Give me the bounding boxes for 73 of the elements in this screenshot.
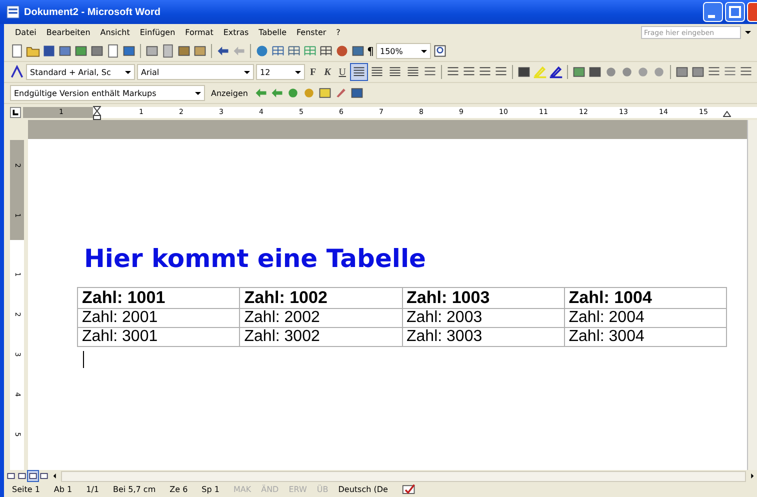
view-icon[interactable]	[6, 471, 16, 481]
window-title: Dokument2 - Microsoft Word	[24, 6, 160, 18]
table-cell: Zahl: 3003	[402, 328, 564, 346]
spellcheck-icon	[402, 482, 416, 496]
table-cell: Zahl: 1001	[78, 288, 240, 308]
menu-item[interactable]: Einfügen	[134, 28, 180, 37]
status-text: Seite 1	[12, 485, 40, 494]
menu-item[interactable]: Format	[180, 28, 218, 37]
view-icon[interactable]	[39, 471, 49, 481]
paragraph-mark-button[interactable]: ¶	[367, 44, 374, 58]
table-cell: Zahl: 2003	[402, 308, 564, 328]
view-icon[interactable]	[28, 471, 38, 481]
table-cell: Zahl: 1003	[402, 288, 564, 308]
help-icon[interactable]	[433, 44, 447, 58]
status-text: Ab 1	[54, 485, 72, 494]
zoom-combo[interactable]: 150%	[376, 43, 431, 59]
status-text: ERW	[288, 485, 307, 494]
scrollbar[interactable]	[747, 120, 757, 470]
table-cell: Zahl: 2002	[240, 308, 402, 328]
table-cell: Zahl: 1002	[240, 288, 402, 308]
status-text: ÄND	[261, 485, 279, 494]
menu-item[interactable]: Bearbeiten	[41, 28, 96, 37]
status-text: Sp 1	[202, 485, 220, 494]
bold-button[interactable]: F	[307, 66, 320, 78]
minimize-icon[interactable]	[703, 2, 723, 22]
document-icon	[6, 5, 20, 19]
table-cell: Zahl: 2004	[564, 308, 726, 328]
folder-icon[interactable]	[26, 44, 40, 58]
text-cursor	[83, 351, 84, 368]
italic-button[interactable]: K	[321, 66, 334, 78]
display-combo[interactable]: Endgültige Version enthält Markups	[10, 85, 205, 101]
table-cell: Zahl: 3001	[78, 328, 240, 346]
table-icon[interactable]	[287, 44, 301, 58]
menu-item[interactable]: ?	[331, 28, 346, 37]
status-text: 1/1	[86, 485, 99, 494]
status-text: Bei 5,7 cm	[112, 485, 156, 494]
arrow-icon[interactable]	[254, 86, 268, 100]
dropdown-icon[interactable]	[745, 30, 751, 34]
picture-icon[interactable]	[588, 65, 602, 79]
style-combo[interactable]: Standard + Arial, Sc	[26, 64, 135, 80]
menu-item[interactable]: Extras	[218, 28, 254, 37]
maximize-icon[interactable]	[725, 2, 745, 22]
table-icon[interactable]	[271, 44, 285, 58]
status-text: Ze 6	[170, 485, 188, 494]
view-icon[interactable]	[17, 471, 27, 481]
close-icon[interactable]	[747, 2, 757, 22]
menu-item[interactable]: Ansicht	[95, 28, 135, 37]
underline-button[interactable]: U	[336, 66, 350, 78]
font-color-icon[interactable]	[549, 65, 564, 79]
indent-marker-icon[interactable]	[723, 110, 731, 116]
font-size-combo[interactable]: 12	[256, 64, 305, 80]
scrollbar[interactable]	[61, 470, 746, 482]
undo-icon[interactable]	[216, 44, 230, 58]
indent-marker-icon[interactable]	[93, 106, 101, 120]
columns-icon[interactable]	[319, 44, 333, 58]
status-text: ÜB	[316, 485, 328, 494]
align-icon[interactable]	[351, 64, 368, 80]
table-cell: Zahl: 1004	[564, 288, 726, 308]
table-cell: Zahl: 2001	[78, 308, 240, 328]
table-cell: Zahl: 3002	[240, 328, 402, 346]
menu-item[interactable]: Tabelle	[254, 28, 292, 37]
arrow-icon[interactable]	[270, 86, 284, 100]
status-text: Deutsch (De	[338, 485, 388, 494]
tab-stop-icon[interactable]	[10, 106, 21, 118]
table-cell: Zahl: 3004	[564, 328, 726, 346]
font-combo[interactable]: Arial	[137, 64, 254, 80]
style-icon[interactable]	[10, 65, 24, 79]
show-button[interactable]: Anzeigen	[207, 88, 252, 98]
heading: Hier kommt eine Tabelle	[84, 243, 427, 275]
picture-icon[interactable]	[572, 65, 586, 79]
status-text: MAK	[233, 485, 252, 494]
menu-item[interactable]: Fenster	[292, 28, 332, 37]
menu-item[interactable]: Datei	[10, 28, 42, 37]
